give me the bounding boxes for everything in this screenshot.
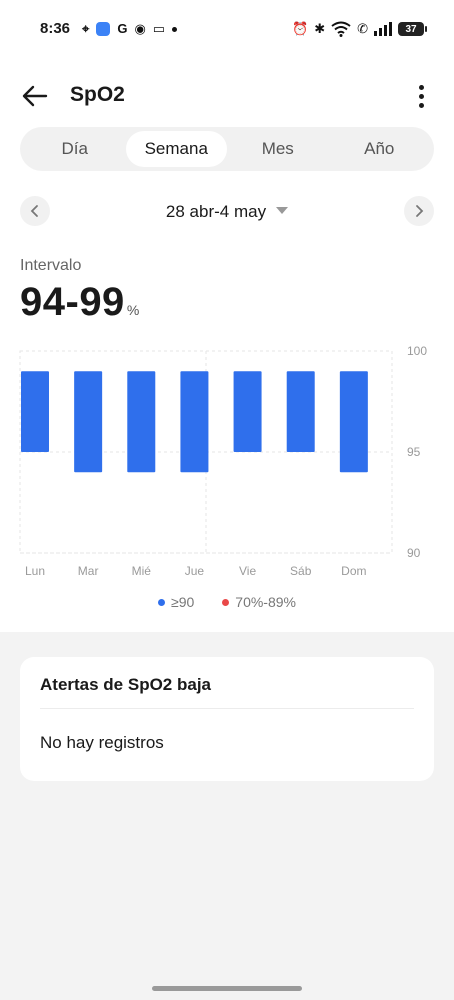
status-bar: 8:36 ⌖ G ◉ ▭ ⏰ ✱ ✆ 37	[0, 0, 454, 58]
spo2-range-bar	[286, 371, 315, 452]
app-header: SpO2	[0, 70, 454, 122]
g-app-icon: G	[117, 21, 128, 36]
next-period-button[interactable]	[404, 196, 434, 226]
spo2-range-bar	[21, 371, 49, 452]
legend-label-low: 70%-89%	[235, 594, 296, 610]
x-tick-label: Mar	[78, 564, 99, 578]
chevron-right-icon	[416, 205, 424, 217]
home-indicator[interactable]	[152, 986, 302, 991]
alerts-title: Atertas de SpO2 baja	[40, 675, 212, 694]
video-icon: ▭	[152, 21, 166, 36]
spo2-chart: 100 95 90 Lun Mar Mié Jue Vie Sáb Dom	[0, 340, 454, 585]
call-icon: ✆	[357, 21, 368, 36]
tab-month[interactable]: Mes	[227, 131, 329, 167]
alerts-empty-text: No hay registros	[40, 733, 164, 752]
spo2-range-bar	[339, 371, 368, 473]
tab-day[interactable]: Día	[24, 131, 126, 167]
y-tick-label: 95	[407, 445, 421, 459]
x-tick-label: Dom	[341, 564, 366, 578]
signal-icon	[374, 22, 392, 36]
dropdown-caret-icon	[276, 207, 289, 215]
date-range-label: 28 abr-4 may	[165, 202, 267, 221]
spo2-range-bar	[74, 371, 103, 473]
legend-dot-normal	[158, 598, 166, 606]
range-label: Intervalo	[20, 257, 82, 274]
legend-label-normal: ≥90	[171, 594, 195, 610]
bluetooth-icon: ✱	[314, 21, 326, 36]
date-range-selector[interactable]: 28 abr-4 may	[20, 202, 434, 222]
more-options-button[interactable]	[408, 80, 434, 112]
spo2-range-bar	[127, 371, 156, 473]
spo2-range-bar	[233, 371, 262, 452]
more-vert-icon	[418, 84, 424, 90]
legend-dot-low	[222, 598, 230, 606]
notification-icons: ⌖ G ◉ ▭	[82, 20, 178, 38]
battery-icon: 37	[398, 22, 427, 36]
tab-week[interactable]: Semana	[125, 131, 227, 167]
divider	[40, 708, 414, 709]
y-tick-label: 100	[407, 344, 427, 358]
x-tick-label: Jue	[185, 564, 205, 578]
x-tick-label: Vie	[239, 564, 256, 578]
page-title: SpO2	[70, 83, 125, 106]
legend-item-low: 70%-89%	[222, 594, 296, 610]
period-tabs: Día Semana Mes Año	[20, 127, 434, 171]
wifi-icon	[331, 21, 351, 37]
battery-level: 37	[405, 23, 417, 35]
status-time: 8:36	[40, 20, 71, 37]
low-spo2-alerts-card[interactable]: Atertas de SpO2 baja No hay registros	[20, 657, 434, 781]
spo2-range-bar	[180, 371, 209, 473]
x-tick-label: Lun	[25, 564, 45, 578]
tab-year[interactable]: Año	[329, 131, 431, 167]
alarm-icon: ⏰	[292, 21, 309, 36]
record-icon: ◉	[134, 21, 146, 36]
chart-legend: ≥90 70%-89%	[0, 594, 454, 610]
more-notifications-icon	[172, 26, 178, 32]
spo2-chart-svg: 100 95 90 Lun Mar Mié Jue Vie Sáb Dom	[19, 344, 427, 578]
y-tick-label: 90	[407, 546, 421, 560]
back-arrow-icon	[22, 85, 48, 107]
range-unit: %	[126, 302, 140, 318]
back-button[interactable]	[18, 80, 52, 112]
app-notification-icon	[96, 22, 111, 36]
x-tick-label: Mié	[132, 564, 152, 578]
location-icon: ⌖	[82, 21, 90, 36]
range-value-wrapper: 94-99%	[20, 280, 140, 325]
system-icons: ⏰ ✱ ✆ 37	[292, 19, 427, 39]
range-value: 94-99	[20, 280, 125, 324]
x-tick-label: Sáb	[290, 564, 312, 578]
date-navigator: 28 abr-4 may	[20, 196, 434, 228]
legend-item-normal: ≥90	[158, 594, 194, 610]
